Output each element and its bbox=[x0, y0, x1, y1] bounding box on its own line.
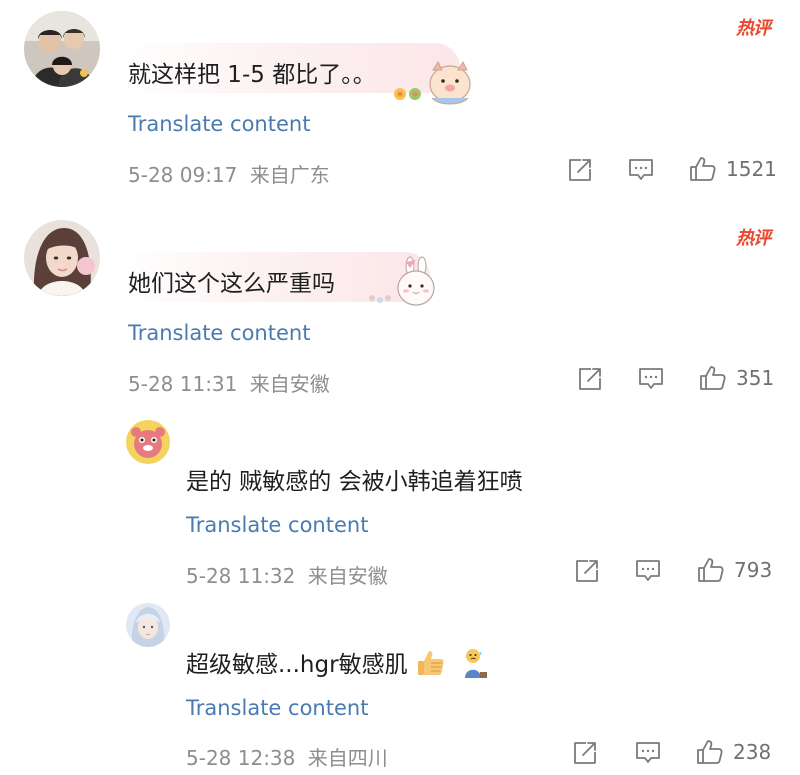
location-text: 来自安徽 bbox=[249, 372, 330, 396]
pig-sticker bbox=[388, 56, 474, 112]
hot-comment-badge: 热评 bbox=[736, 18, 771, 39]
reply-button[interactable] bbox=[637, 366, 665, 392]
like-count: 1521 bbox=[726, 157, 777, 181]
thumbs-up-emoji bbox=[415, 648, 447, 684]
translate-link[interactable]: Translate content bbox=[186, 513, 368, 537]
thumbs-up-icon bbox=[698, 364, 728, 392]
timestamp-text: 5-28 11:32 bbox=[186, 564, 296, 588]
share-icon bbox=[567, 157, 593, 183]
translate-link[interactable]: Translate content bbox=[186, 696, 368, 720]
translate-link[interactable]: Translate content bbox=[128, 321, 310, 345]
like-button[interactable]: 793 bbox=[696, 556, 772, 584]
comment-icon bbox=[627, 157, 655, 183]
share-button[interactable] bbox=[574, 558, 600, 584]
comment-timestamp: 5-28 11:31 来自安徽 bbox=[128, 368, 330, 397]
reply-item: 超级敏感...hgr敏感肌 Translate content 5-28 12:… bbox=[0, 595, 800, 775]
share-button[interactable] bbox=[567, 157, 593, 183]
like-button[interactable]: 238 bbox=[695, 738, 771, 766]
timestamp-text: 5-28 11:31 bbox=[128, 372, 238, 396]
thumbs-up-icon bbox=[696, 556, 726, 584]
share-icon bbox=[577, 366, 603, 392]
location-text: 来自四川 bbox=[307, 746, 388, 770]
thumbs-up-icon bbox=[695, 738, 725, 766]
location-text: 来自广东 bbox=[249, 163, 330, 187]
hot-comment-badge: 热评 bbox=[736, 228, 771, 249]
share-button[interactable] bbox=[572, 740, 598, 766]
location-text: 来自安徽 bbox=[307, 564, 388, 588]
comment-item: 热评 就这样把 1-5 都比了。。 Translate content 5-28… bbox=[0, 0, 800, 210]
translate-link[interactable]: Translate content bbox=[128, 112, 310, 136]
comment-icon bbox=[634, 740, 662, 766]
reply-text-content: 超级敏感...hgr敏感肌 bbox=[186, 652, 408, 678]
thumbs-up-icon bbox=[688, 155, 718, 183]
reply-text: 超级敏感...hgr敏感肌 bbox=[186, 645, 488, 685]
reply-text: 是的 贼敏感的 会被小韩追着狂喷 bbox=[186, 469, 523, 495]
share-icon bbox=[572, 740, 598, 766]
avatar[interactable] bbox=[24, 11, 100, 87]
reply-item: 是的 贼敏感的 会被小韩追着狂喷 Translate content 5-28 … bbox=[0, 410, 800, 595]
like-button[interactable]: 1521 bbox=[688, 155, 777, 183]
timestamp-text: 5-28 12:38 bbox=[186, 746, 296, 770]
avatar[interactable] bbox=[24, 220, 100, 296]
bunny-sticker bbox=[360, 256, 440, 318]
comment-icon bbox=[634, 558, 662, 584]
comment-timestamp: 5-28 12:38 来自四川 bbox=[186, 742, 388, 771]
comment-item: 热评 她们这个这么严重吗 Translate content 5-28 11:3… bbox=[0, 210, 800, 410]
share-button[interactable] bbox=[577, 366, 603, 392]
comment-text: 她们这个这么严重吗 bbox=[128, 271, 335, 297]
avatar[interactable] bbox=[126, 420, 170, 464]
like-count: 238 bbox=[733, 740, 772, 764]
reply-button[interactable] bbox=[627, 157, 655, 183]
reply-button[interactable] bbox=[634, 740, 662, 766]
like-count: 793 bbox=[734, 558, 773, 582]
comment-timestamp: 5-28 09:17 来自广东 bbox=[128, 159, 330, 188]
share-icon bbox=[574, 558, 600, 584]
comment-text: 就这样把 1-5 都比了。。 bbox=[128, 62, 376, 88]
reply-button[interactable] bbox=[634, 558, 662, 584]
comment-timestamp: 5-28 11:32 来自安徽 bbox=[186, 560, 388, 589]
like-button[interactable]: 351 bbox=[698, 364, 774, 392]
comment-icon bbox=[637, 366, 665, 392]
avatar[interactable] bbox=[126, 603, 170, 647]
sweating-figure-emoji bbox=[460, 647, 488, 685]
timestamp-text: 5-28 09:17 bbox=[128, 163, 238, 187]
like-count: 351 bbox=[736, 366, 775, 390]
